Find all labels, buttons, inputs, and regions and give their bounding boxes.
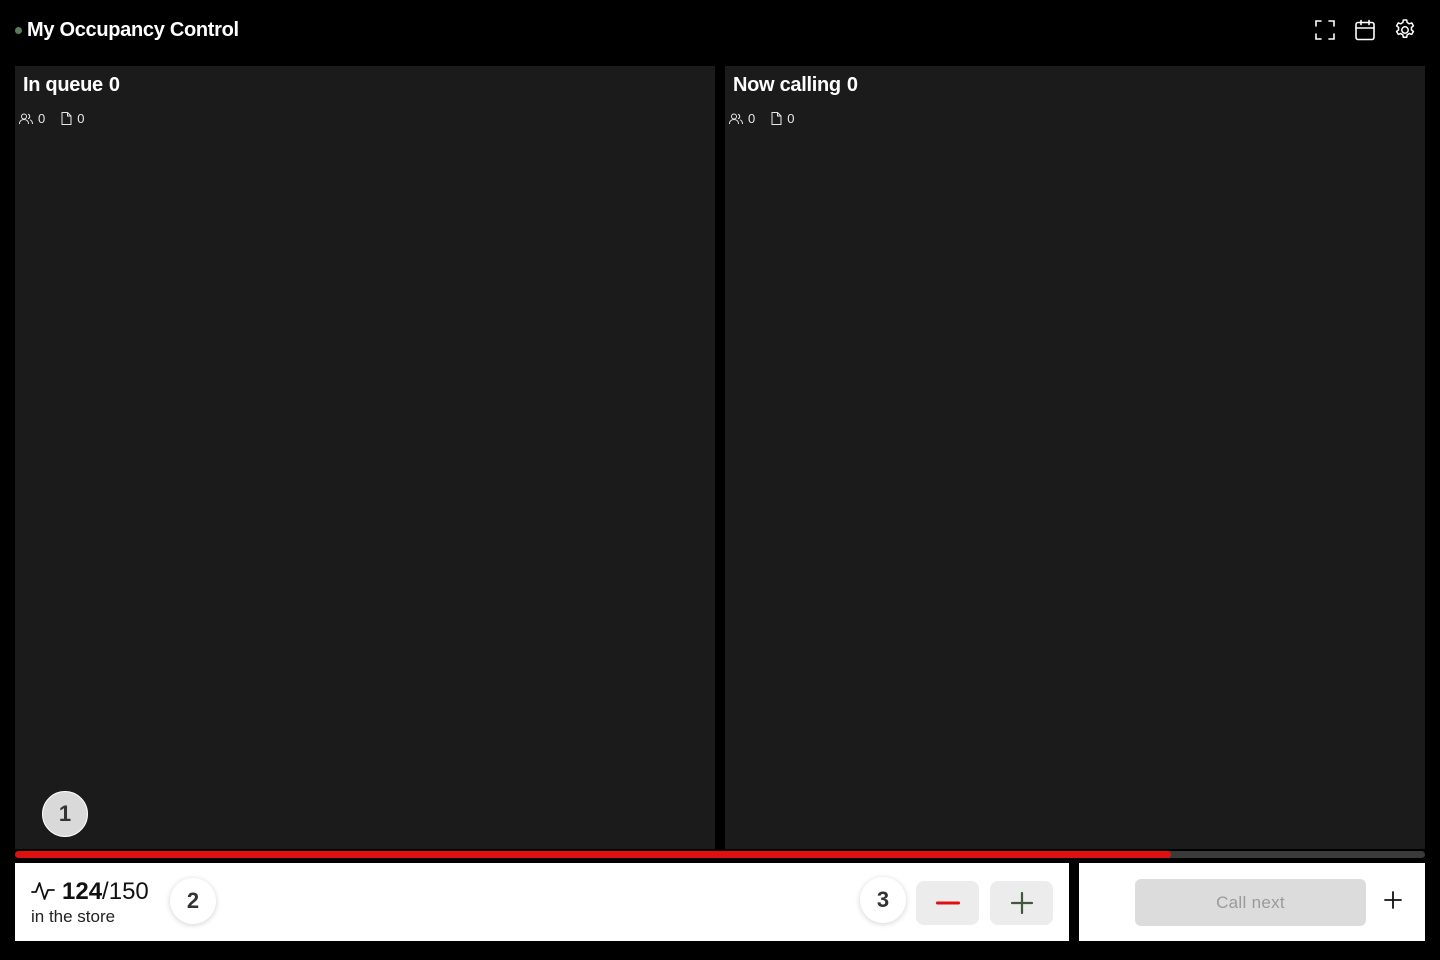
top-bar: My Occupancy Control xyxy=(0,0,1440,62)
calling-stats: 0 0 xyxy=(729,111,810,126)
queue-title-label: In queue xyxy=(23,74,103,96)
calling-panel-title: Now calling 0 xyxy=(733,74,864,97)
queue-people-stat: 0 xyxy=(19,111,45,126)
increment-button[interactable] xyxy=(990,881,1053,925)
queue-ticket-stat: 0 xyxy=(61,111,84,126)
occupancy-progress-fill xyxy=(15,851,1172,858)
step-badge-3: 3 xyxy=(860,877,906,923)
document-icon xyxy=(61,112,72,125)
calendar-icon[interactable] xyxy=(1352,17,1378,43)
call-next-button[interactable]: Call next xyxy=(1135,879,1366,926)
document-icon xyxy=(771,112,782,125)
fullscreen-icon[interactable] xyxy=(1312,17,1338,43)
step-badge-1: 1 xyxy=(42,791,88,837)
occupancy-current: 124 xyxy=(62,878,103,905)
calling-people-stat: 0 xyxy=(729,111,755,126)
minus-icon xyxy=(935,901,960,905)
people-icon xyxy=(729,113,743,124)
queue-people-count: 0 xyxy=(38,111,46,126)
calling-people-count: 0 xyxy=(748,111,756,126)
calling-panel: Now calling 0 0 0 xyxy=(725,66,1425,849)
plus-icon xyxy=(1010,892,1033,914)
app-title: My Occupancy Control xyxy=(27,19,239,41)
queue-stats: 0 0 xyxy=(19,111,100,126)
queue-title-count: 0 xyxy=(108,74,120,96)
call-panel: Call next xyxy=(1079,863,1425,941)
occupancy-max: /150 xyxy=(102,878,149,905)
status-indicator xyxy=(15,27,22,34)
step-badge-2: 2 xyxy=(170,878,216,924)
gear-icon[interactable] xyxy=(1392,17,1418,43)
decrement-button[interactable] xyxy=(916,881,979,925)
queue-ticket-count: 0 xyxy=(77,111,85,126)
queue-panel-title: In queue 0 xyxy=(23,74,126,97)
activity-icon xyxy=(31,882,55,900)
occupancy-panel: 124/150 in the store 2 3 xyxy=(15,863,1069,941)
calling-ticket-stat: 0 xyxy=(771,111,794,126)
calling-title-label: Now calling xyxy=(733,74,841,96)
queue-panel: In queue 0 0 0 xyxy=(15,66,715,849)
occupancy-count: 124/150 xyxy=(62,878,149,906)
calling-title-count: 0 xyxy=(846,74,858,96)
calling-ticket-count: 0 xyxy=(787,111,795,126)
occupancy-progress-bar xyxy=(15,851,1425,858)
people-icon xyxy=(19,113,33,124)
occupancy-label: in the store xyxy=(31,907,116,926)
add-icon[interactable] xyxy=(1381,888,1405,912)
